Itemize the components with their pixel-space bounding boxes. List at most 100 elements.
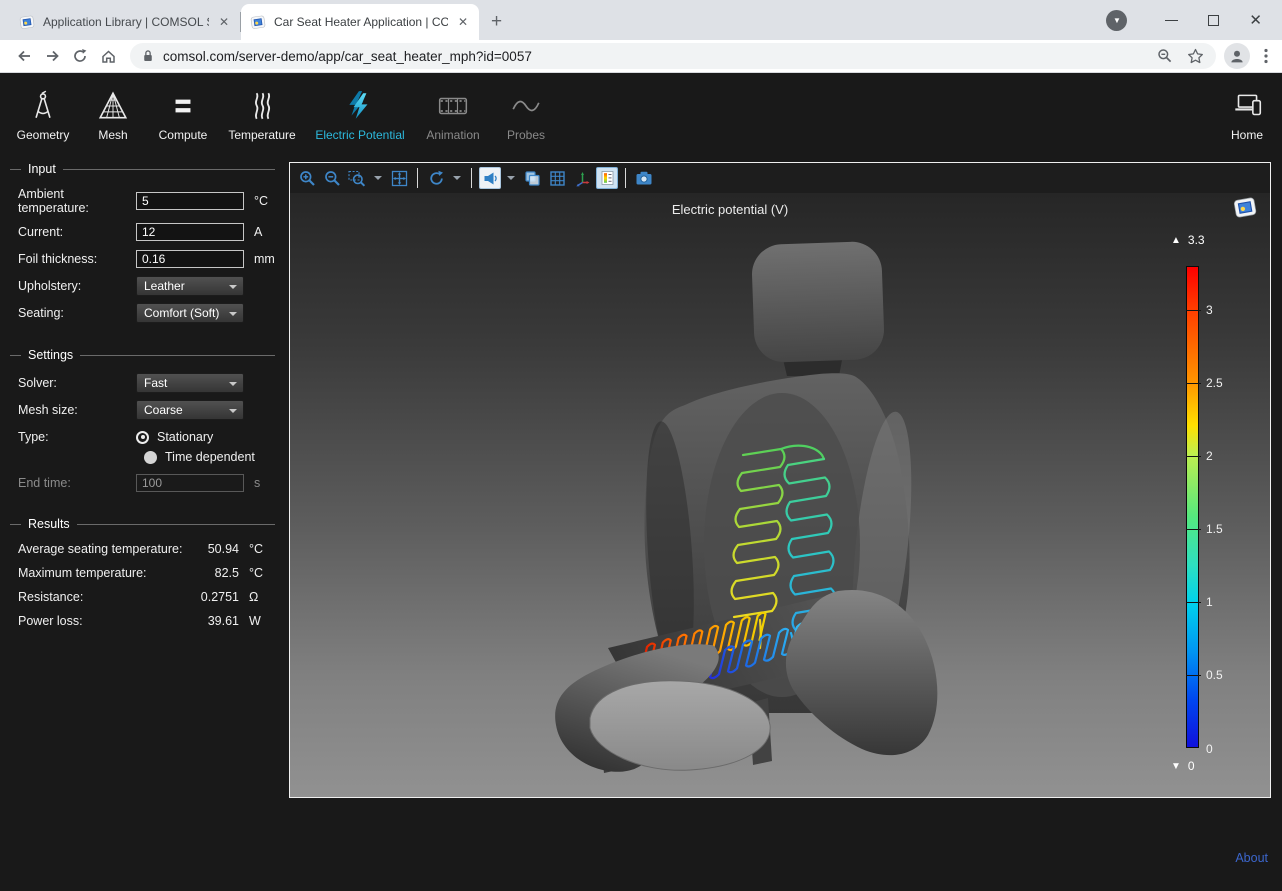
headrest: [751, 241, 885, 363]
end-time-row: End time: s: [18, 473, 275, 493]
current-input[interactable]: [136, 223, 244, 241]
browser-tab-strip: Application Library | COMSOL Se ✕ Car Se…: [0, 0, 1282, 40]
result-unit: °C: [249, 542, 275, 556]
browser-update-chevron-icon[interactable]: ▼: [1106, 10, 1127, 31]
colorbar-tick-label: 0: [1206, 742, 1213, 756]
ribbon-label: Geometry: [17, 128, 70, 142]
ribbon-item-home[interactable]: Home: [1230, 87, 1264, 142]
scene-light-dropdown-caret[interactable]: [507, 176, 515, 180]
zoom-in-button[interactable]: [296, 167, 318, 189]
result-value: 82.5: [215, 566, 239, 580]
axes-orientation-button[interactable]: [571, 167, 593, 189]
ribbon-label: Mesh: [98, 128, 127, 142]
ribbon-label: Electric Potential: [315, 128, 404, 142]
result-row: Maximum temperature: 82.5 °C: [18, 566, 275, 580]
browser-navbar: comsol.com/server-demo/app/car_seat_heat…: [0, 40, 1282, 73]
browser-menu-kebab-icon[interactable]: [1264, 48, 1268, 64]
compute-equals-icon: [168, 90, 198, 122]
home-button[interactable]: [94, 48, 122, 64]
reload-icon: [72, 48, 88, 64]
new-tab-button[interactable]: +: [491, 12, 502, 31]
field-label: Foil thickness:: [18, 252, 136, 266]
seating-dropdown[interactable]: Comfort (Soft): [136, 303, 244, 323]
result-unit: °C: [249, 566, 275, 580]
zoom-in-icon: [299, 170, 316, 187]
input-section-title: Input: [10, 162, 275, 176]
window-close-button[interactable]: ✕: [1249, 13, 1262, 28]
grid-button[interactable]: [546, 167, 568, 189]
color-legend-button[interactable]: [596, 167, 618, 189]
results-section: Results Average seating temperature: 50.…: [10, 517, 275, 628]
ribbon-label: Probes: [507, 128, 545, 142]
snapshot-button[interactable]: [633, 167, 655, 189]
profile-avatar[interactable]: [1224, 43, 1250, 69]
zoom-extents-button[interactable]: [388, 167, 410, 189]
solver-dropdown[interactable]: Fast: [136, 373, 244, 393]
ribbon-item-animation[interactable]: Animation: [420, 87, 486, 162]
settings-section-title: Settings: [10, 348, 275, 362]
mesh-size-dropdown[interactable]: Coarse: [136, 400, 244, 420]
zoom-box-button[interactable]: [346, 167, 368, 189]
dropdown-value: Fast: [144, 376, 167, 390]
foil-thickness-input[interactable]: [136, 250, 244, 268]
browser-tab-application-library[interactable]: Application Library | COMSOL Se ✕: [10, 4, 240, 40]
car-seat-3d-view: [290, 193, 1270, 797]
scene-light-icon: [483, 171, 498, 186]
comsol-favicon-icon: [19, 14, 35, 30]
window-minimize-button[interactable]: [1165, 20, 1178, 21]
upholstery-dropdown[interactable]: Leather: [136, 276, 244, 296]
end-time-input: [136, 474, 244, 492]
colorbar-tick-label: 2.5: [1206, 376, 1223, 390]
comsol-logo-icon[interactable]: [1232, 195, 1258, 219]
ribbon-item-temperature[interactable]: Temperature: [224, 87, 300, 162]
field-unit: mm: [254, 252, 275, 266]
tab-title: Application Library | COMSOL Se: [43, 15, 209, 29]
tab-close-icon[interactable]: ✕: [217, 15, 231, 29]
forward-button[interactable]: [38, 48, 66, 64]
browser-tab-car-seat-heater[interactable]: Car Seat Heater Application | CO ✕: [241, 4, 479, 40]
home-devices-icon: [1230, 90, 1264, 122]
ribbon-item-electric-potential[interactable]: Electric Potential: [312, 87, 408, 162]
zoom-box-icon: [348, 170, 366, 187]
field-label: Solver:: [18, 376, 136, 390]
field-label: Ambient temperature:: [18, 187, 136, 215]
solver-row: Solver: Fast: [18, 373, 275, 393]
graphics-toolbar: [290, 163, 1270, 193]
window-maximize-button[interactable]: [1208, 15, 1219, 26]
tab-close-icon[interactable]: ✕: [456, 15, 470, 29]
transparency-button[interactable]: [521, 167, 543, 189]
ribbon-item-mesh[interactable]: Mesh: [84, 87, 142, 162]
reset-view-dropdown-caret[interactable]: [453, 176, 461, 180]
scene-light-button[interactable]: [479, 167, 501, 189]
ribbon-item-probes[interactable]: Probes: [498, 87, 554, 162]
back-arrow-icon: [16, 48, 33, 64]
colorbar-tick: [1186, 383, 1201, 384]
zoom-out-button[interactable]: [321, 167, 343, 189]
zoom-out-page-icon[interactable]: [1157, 48, 1173, 64]
result-label: Power loss:: [18, 614, 83, 628]
stationary-radio[interactable]: [136, 431, 149, 444]
field-label: End time:: [18, 476, 136, 490]
zoom-box-dropdown-caret[interactable]: [374, 176, 382, 180]
about-link[interactable]: About: [1235, 851, 1268, 865]
triangle-up-icon: ▲: [1171, 235, 1181, 246]
result-unit: W: [249, 614, 275, 628]
address-bar[interactable]: comsol.com/server-demo/app/car_seat_heat…: [130, 43, 1216, 69]
dropdown-value: Comfort (Soft): [144, 306, 219, 320]
ambient-temperature-input[interactable]: [136, 192, 244, 210]
right-bolster: [786, 590, 937, 755]
bookmark-star-icon[interactable]: [1187, 48, 1204, 64]
reset-view-button[interactable]: [425, 167, 447, 189]
ribbon-item-compute[interactable]: Compute: [154, 87, 212, 162]
plot-canvas[interactable]: Electric potential (V) 3 2.5 2 1.5 1: [290, 193, 1270, 797]
forward-arrow-icon: [44, 48, 61, 64]
colorbar-tick-label: 1.5: [1206, 522, 1223, 536]
reload-button[interactable]: [66, 48, 94, 64]
foil-thickness-row: Foil thickness: mm: [18, 249, 275, 269]
url-text[interactable]: comsol.com/server-demo/app/car_seat_heat…: [163, 49, 1148, 64]
time-dependent-radio[interactable]: [144, 451, 157, 464]
ribbon-item-geometry[interactable]: Geometry: [14, 87, 72, 162]
back-button[interactable]: [10, 48, 38, 64]
plot-title: Electric potential (V): [290, 202, 1170, 217]
probes-wave-icon: [510, 90, 542, 122]
